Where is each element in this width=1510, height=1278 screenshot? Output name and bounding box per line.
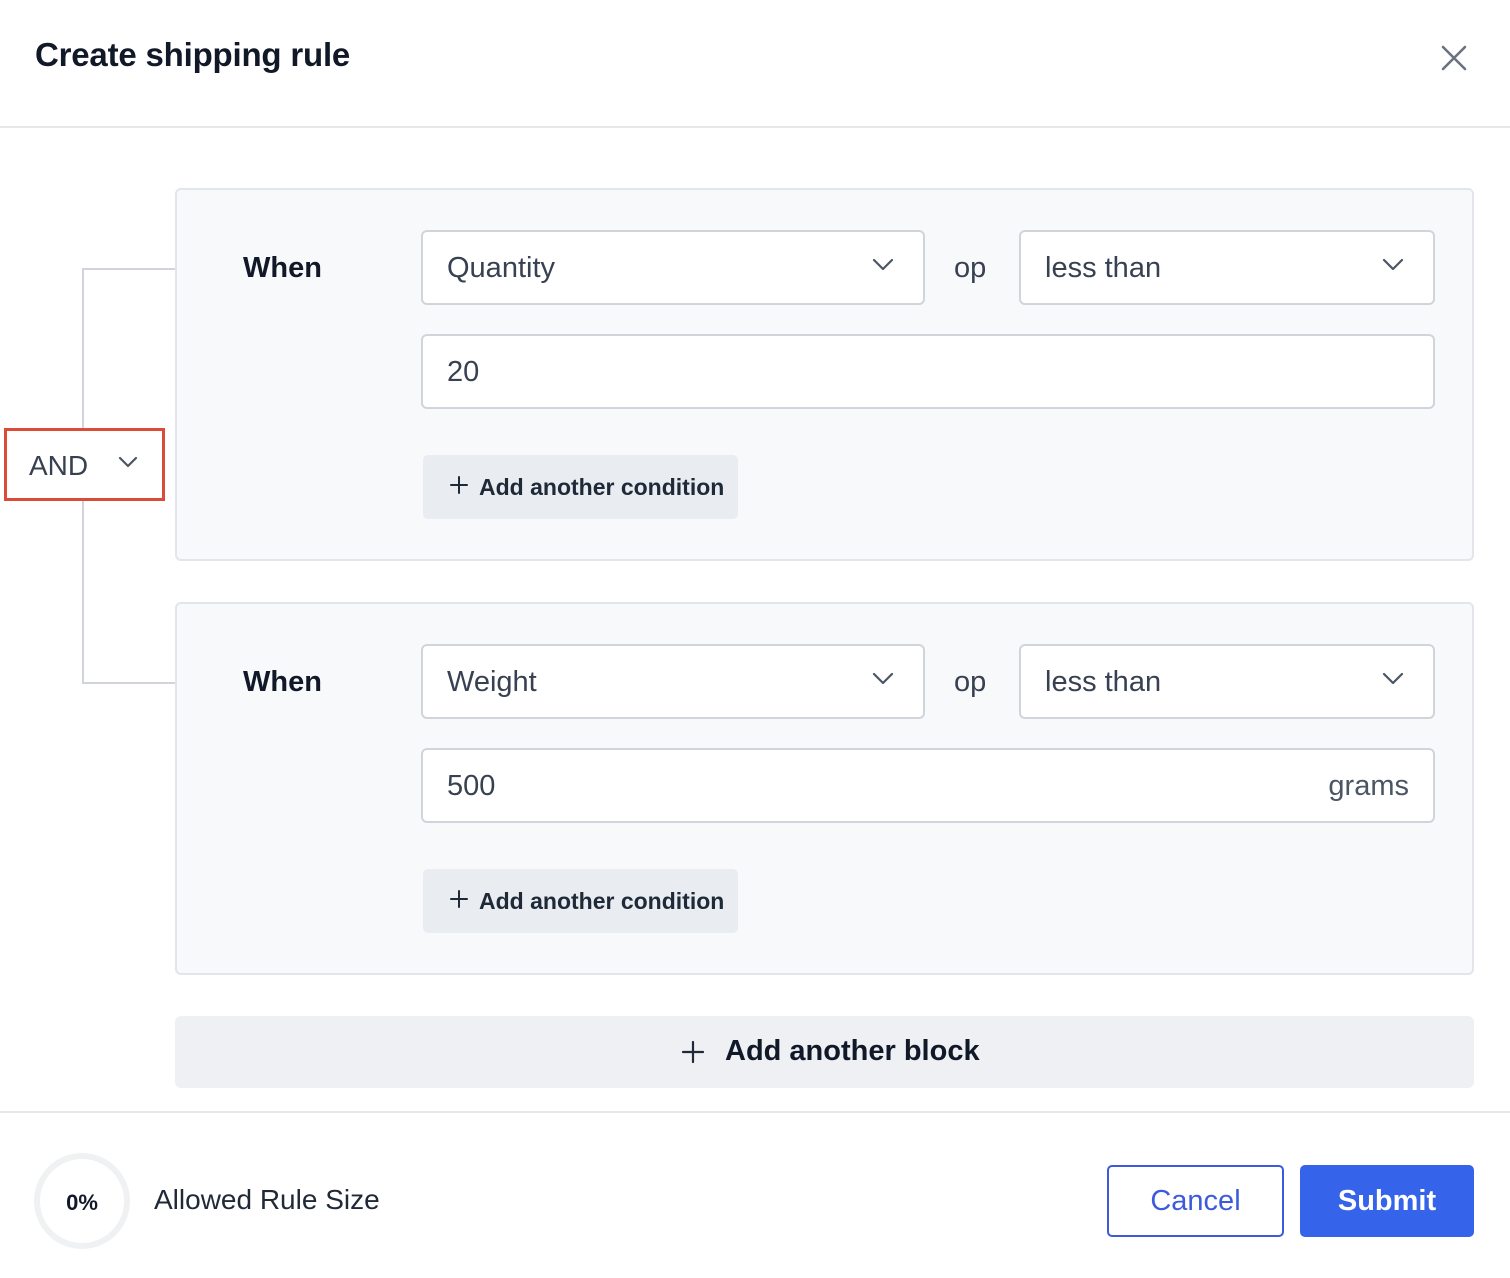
comparator-select-value: less than <box>1045 666 1162 698</box>
op-label: op <box>954 252 987 284</box>
field-select[interactable]: Weight <box>421 644 925 719</box>
chevron-down-icon <box>1382 258 1404 271</box>
close-icon <box>1441 45 1467 71</box>
submit-button[interactable]: Submit <box>1300 1165 1474 1237</box>
chevron-down-icon <box>118 456 138 468</box>
comparator-select[interactable]: less than <box>1019 644 1435 719</box>
connector-line-bottom <box>82 500 176 684</box>
field-select-value: Weight <box>447 666 537 698</box>
add-condition-button[interactable]: Add another condition <box>423 869 738 933</box>
op-label: op <box>954 666 987 698</box>
unit-suffix: grams <box>1328 770 1409 802</box>
value-input[interactable]: 500 grams <box>421 748 1435 823</box>
comparator-select-value: less than <box>1045 252 1162 284</box>
when-label: When <box>243 252 322 284</box>
footer-divider <box>0 1111 1510 1113</box>
dialog-header: Create shipping rule <box>0 0 1510 128</box>
add-condition-label: Add another condition <box>479 474 725 500</box>
add-block-button[interactable]: Add another block <box>175 1016 1474 1088</box>
cancel-button[interactable]: Cancel <box>1107 1165 1284 1237</box>
chevron-down-icon <box>872 258 894 271</box>
plus-icon <box>681 1040 705 1064</box>
field-select-value: Quantity <box>447 252 555 284</box>
field-select[interactable]: Quantity <box>421 230 925 305</box>
value-input-text: 20 <box>447 356 480 388</box>
dialog-title: Create shipping rule <box>35 36 351 73</box>
rule-size-percent: 0% <box>66 1190 98 1215</box>
chevron-down-icon <box>872 672 894 685</box>
plus-icon <box>450 890 468 908</box>
add-block-label: Add another block <box>725 1035 980 1067</box>
when-label: When <box>243 666 322 698</box>
close-button[interactable] <box>1430 36 1478 80</box>
condition-block-1: When Quantity op less than 20 Add anothe… <box>175 188 1474 561</box>
condition-block-2: When Weight op less than 500 grams Add a… <box>175 602 1474 975</box>
value-input-text: 500 <box>447 770 496 802</box>
chevron-down-icon <box>1382 672 1404 685</box>
connector-line-top <box>82 268 176 430</box>
rule-size-label: Allowed Rule Size <box>154 1184 380 1215</box>
add-condition-button[interactable]: Add another condition <box>423 455 738 519</box>
add-condition-label: Add another condition <box>479 888 725 914</box>
comparator-select[interactable]: less than <box>1019 230 1435 305</box>
value-input[interactable]: 20 <box>421 334 1435 409</box>
logic-operator-select[interactable]: AND <box>4 428 165 501</box>
plus-icon <box>450 476 468 494</box>
rule-size-progress-ring: 0% <box>34 1153 130 1249</box>
logic-operator-value: AND <box>29 450 89 481</box>
